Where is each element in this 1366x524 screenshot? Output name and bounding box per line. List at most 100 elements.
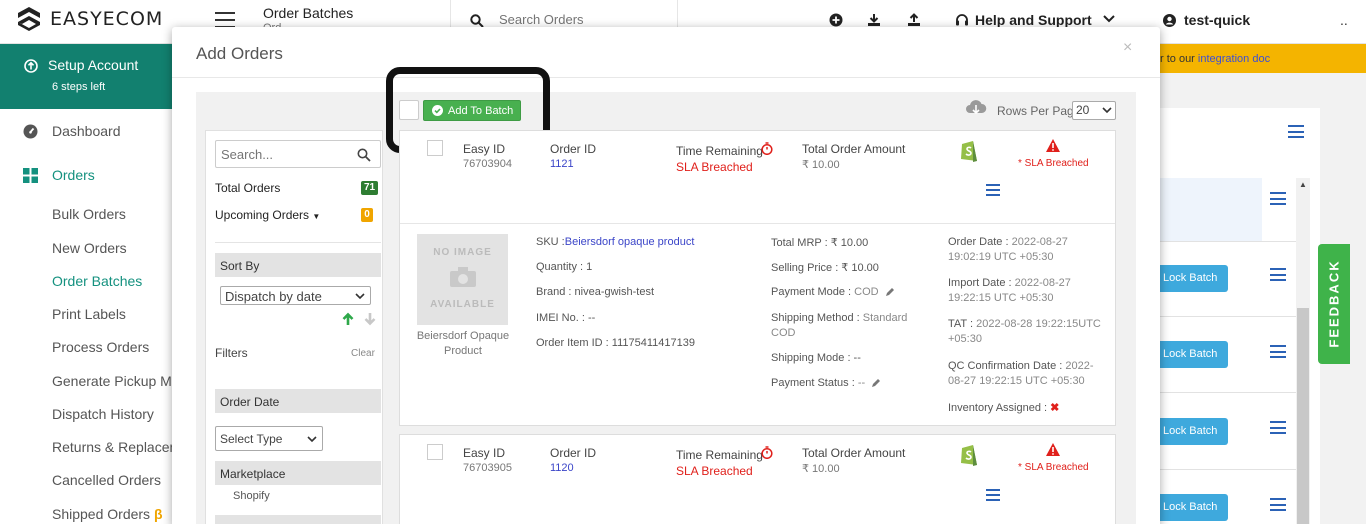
tat: TAT : 2022-08-28 19:22:15UTC [948, 318, 1101, 330]
sidebar-item-orders[interactable]: Orders [0, 166, 175, 184]
order-actions-menu-icon[interactable] [986, 489, 1000, 501]
divider [400, 223, 1115, 224]
order-id-link[interactable]: 1121 [550, 158, 574, 170]
beta-badge: β [153, 506, 163, 522]
order-item-id: Order Item ID : 11175411417139 [536, 337, 695, 349]
setup-steps-left: 6 steps left [52, 81, 106, 93]
sidebar-item-dashboard[interactable]: Dashboard [0, 122, 175, 140]
menu-icon[interactable] [1270, 498, 1286, 511]
more-options[interactable]: .. [1340, 12, 1348, 28]
easy-id-label: Easy ID [463, 142, 506, 156]
headset-icon [956, 14, 968, 26]
user-name: test-quick [1184, 12, 1251, 28]
brand-logo[interactable]: EASYECOM [16, 6, 163, 32]
sidebar-item-order-batches[interactable]: Order Batches [52, 273, 142, 289]
sort-descending-arrow-icon[interactable] [363, 312, 377, 326]
sla-breached-status: SLA Breached [676, 464, 753, 478]
search-icon [470, 14, 484, 28]
order-date-label: Order Date : [948, 236, 1009, 248]
order-id-link[interactable]: 1120 [550, 462, 574, 474]
payment-mode-label: Payment Mode : [771, 286, 852, 298]
lock-batch-button[interactable]: Lock Batch [1160, 418, 1228, 445]
add-to-batch-label: Add To Batch [448, 104, 514, 117]
tat-value: 2022-08-28 19:22:15UTC [976, 318, 1101, 330]
menu-icon[interactable] [1270, 192, 1286, 205]
lock-batch-button[interactable]: Lock Batch [1160, 494, 1228, 521]
easyecom-logo-icon [18, 7, 40, 31]
page-title: Order Batches [263, 5, 354, 21]
sort-by-header: Sort By [215, 253, 381, 277]
rows-per-page-select[interactable]: 20 [1072, 101, 1116, 120]
sidebar-item-label: Orders [52, 167, 95, 183]
no-image-text: NO IMAGE [433, 247, 492, 258]
clear-filters-link[interactable]: Clear [351, 348, 375, 359]
sku-link[interactable]: Beiersdorf opaque product [565, 236, 695, 248]
sort-ascending-arrow-icon[interactable] [341, 312, 355, 326]
lock-batch-button[interactable]: Lock Batch [1160, 341, 1228, 368]
shipping-method-value-cont: COD [771, 327, 796, 339]
qc-value: 2022- [1065, 360, 1094, 372]
import-date: Import Date : 2022-08-27 [948, 277, 1071, 289]
sidebar-item-generate-pickup-manifest[interactable]: Generate Pickup Man [52, 373, 187, 389]
feedback-tab[interactable]: FEEDBACK [1318, 244, 1350, 364]
easy-id-value: 76703904 [463, 158, 512, 170]
order-select-checkbox[interactable] [427, 140, 443, 156]
sidebar-item-dispatch-history[interactable]: Dispatch History [52, 406, 154, 422]
shipping-method-value: Standard [862, 312, 908, 324]
cloud-download-icon[interactable] [965, 99, 987, 117]
scroll-up-arrow-icon[interactable]: ▲ [1299, 180, 1307, 189]
plus-circle-icon[interactable] [829, 13, 843, 27]
menu-icon[interactable] [1288, 125, 1304, 138]
user-menu[interactable]: test-quick [1163, 12, 1250, 28]
menu-icon[interactable] [1270, 421, 1286, 434]
help-support-menu[interactable]: Help and Support [955, 12, 1092, 28]
easy-id-label: Easy ID [463, 446, 506, 460]
divider [1160, 392, 1296, 393]
sla-breached-flag: * SLA Breached [1018, 462, 1089, 473]
upcoming-orders-count: 0 [361, 208, 373, 222]
order-select-checkbox[interactable] [427, 444, 443, 460]
search-orders-input[interactable] [499, 12, 669, 27]
scrollbar-thumb[interactable] [1297, 308, 1309, 524]
payment-status-value: -- [857, 377, 866, 389]
setup-account-card[interactable]: Setup Account 6 steps left [0, 44, 175, 109]
payment-status-label: Payment Status : [771, 377, 855, 389]
order-date-type-select[interactable]: Select Type [215, 426, 323, 451]
chevron-down-icon [1102, 107, 1112, 114]
select-all-checkbox[interactable] [399, 100, 419, 120]
edit-pencil-icon[interactable] [885, 287, 894, 297]
download-icon[interactable] [867, 13, 881, 27]
upcoming-orders-filter[interactable]: Upcoming Orders ▼ [215, 208, 320, 222]
sidebar-item-shipped-orders[interactable]: Shipped Orders β [52, 506, 163, 522]
integration-doc-link[interactable]: integration doc [1198, 53, 1270, 65]
no-image-text-bottom: AVAILABLE [430, 299, 495, 310]
menu-icon[interactable] [1270, 345, 1286, 358]
edit-pencil-icon[interactable] [871, 378, 881, 388]
sidebar-item-new-orders[interactable]: New Orders [52, 240, 127, 256]
tat-label: TAT : [948, 318, 974, 330]
quantity: Quantity : 1 [536, 261, 593, 273]
sort-by-select[interactable]: Dispatch by date [220, 286, 371, 305]
chevron-down-icon[interactable] [1103, 14, 1115, 24]
caret-down-icon: ▼ [312, 212, 321, 221]
scrollbar[interactable] [1296, 178, 1310, 524]
sidebar-item-print-labels[interactable]: Print Labels [52, 306, 126, 322]
order-actions-menu-icon[interactable] [986, 184, 1000, 196]
order-id-label: Order ID [550, 446, 597, 460]
menu-toggle-icon[interactable] [215, 12, 235, 28]
total-orders-filter[interactable]: Total Orders [215, 181, 280, 195]
sidebar-item-bulk-orders[interactable]: Bulk Orders [52, 206, 126, 222]
sidebar-item-process-orders[interactable]: Process Orders [52, 339, 149, 355]
close-icon[interactable]: × [1123, 39, 1132, 57]
upload-icon[interactable] [907, 13, 921, 27]
sidebar-item-cancelled-orders[interactable]: Cancelled Orders [52, 472, 161, 488]
filter-search-input[interactable] [221, 147, 346, 162]
lock-batch-button[interactable]: Lock Batch [1160, 265, 1228, 292]
grid-icon [23, 168, 38, 183]
sla-breached-flag: * SLA Breached [1018, 158, 1089, 169]
sidebar-item-returns-replacements[interactable]: Returns & Replaceme [52, 439, 189, 455]
marketplace-option-shopify[interactable]: Shopify [233, 490, 270, 502]
filter-search[interactable] [215, 140, 381, 168]
add-to-batch-button[interactable]: Add To Batch [423, 100, 521, 121]
menu-icon[interactable] [1270, 268, 1286, 281]
